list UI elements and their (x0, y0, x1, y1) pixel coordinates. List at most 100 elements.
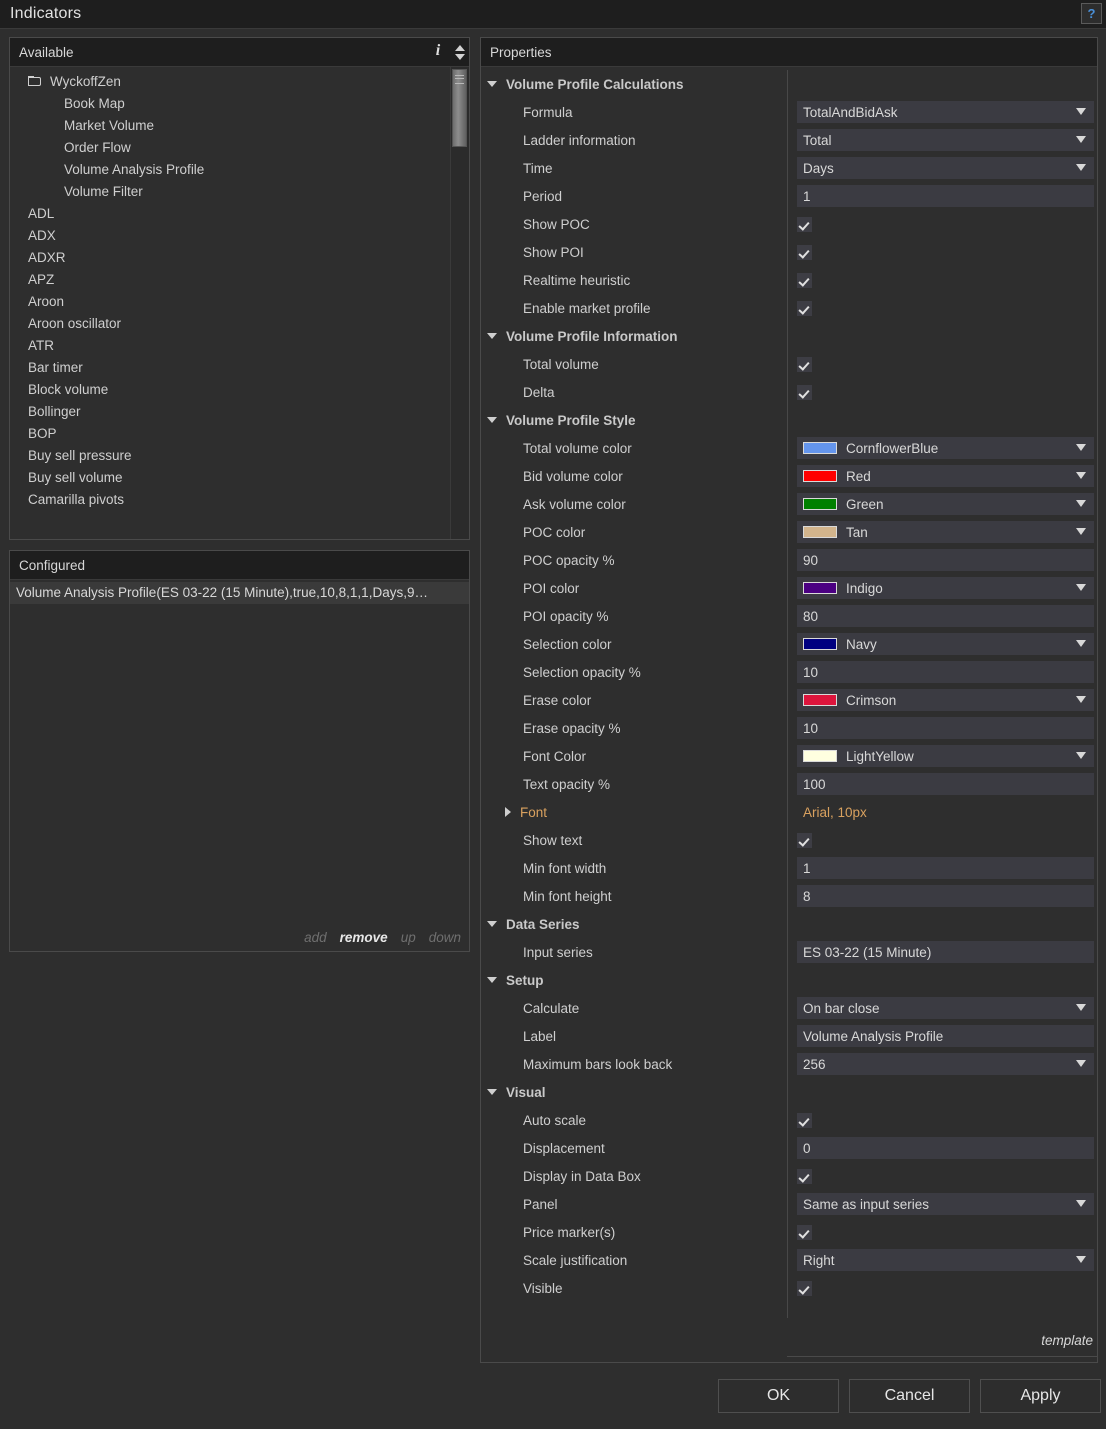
chevron-down-icon[interactable] (1076, 136, 1086, 143)
color-picker-field[interactable]: Green (797, 493, 1094, 515)
text-input-field[interactable]: 8 (797, 885, 1094, 907)
chevron-down-icon[interactable] (1076, 696, 1086, 703)
configured-list[interactable]: Volume Analysis Profile(ES 03-22 (15 Min… (10, 582, 469, 604)
property-group-header[interactable]: Volume Profile Style (481, 406, 1097, 434)
checkbox-checked-icon[interactable] (797, 1168, 812, 1184)
checkbox-checked-icon[interactable] (797, 356, 812, 372)
available-list-item[interactable]: Bollinger (10, 401, 450, 423)
available-list-item[interactable]: Block volume (10, 379, 450, 401)
dropdown-field[interactable]: On bar close (797, 997, 1094, 1019)
scrollbar-thumb[interactable] (452, 69, 467, 147)
checkbox-checked-icon[interactable] (797, 1224, 812, 1240)
text-input-field[interactable]: Volume Analysis Profile (797, 1025, 1094, 1047)
text-input-field[interactable]: 80 (797, 605, 1094, 627)
remove-action-button[interactable]: remove (340, 930, 388, 945)
color-picker-field[interactable]: LightYellow (797, 745, 1094, 767)
chevron-down-icon[interactable] (1076, 1004, 1086, 1011)
info-icon[interactable]: i (431, 42, 445, 60)
chevron-down-icon[interactable] (1076, 1200, 1086, 1207)
checkbox-checked-icon[interactable] (797, 244, 812, 260)
property-group-header[interactable]: Volume Profile Calculations (481, 70, 1097, 98)
available-list-item[interactable]: Order Flow (10, 137, 450, 159)
chevron-down-icon[interactable] (1076, 444, 1086, 451)
color-picker-field[interactable]: Crimson (797, 689, 1094, 711)
checkbox-checked-icon[interactable] (797, 300, 812, 316)
available-list-item[interactable]: ADX (10, 225, 450, 247)
checkbox-checked-icon[interactable] (797, 1112, 812, 1128)
available-list-item[interactable]: ATR (10, 335, 450, 357)
available-list-item[interactable]: BOP (10, 423, 450, 445)
property-group-header[interactable]: Data Series (481, 910, 1097, 938)
available-list-item[interactable]: ADL (10, 203, 450, 225)
color-picker-field[interactable]: CornflowerBlue (797, 437, 1094, 459)
chevron-down-icon[interactable] (1076, 108, 1086, 115)
available-list-item[interactable]: Buy sell pressure (10, 445, 450, 467)
text-input-field[interactable]: 1 (797, 185, 1094, 207)
chevron-down-icon[interactable] (1076, 1256, 1086, 1263)
chevron-down-icon[interactable] (1076, 640, 1086, 647)
color-picker-field[interactable]: Navy (797, 633, 1094, 655)
available-scroll-arrows[interactable] (451, 38, 469, 66)
scrollbar-track[interactable] (451, 67, 469, 539)
dropdown-field[interactable]: TotalAndBidAsk (797, 101, 1094, 123)
color-picker-field[interactable]: Red (797, 465, 1094, 487)
chevron-down-icon[interactable] (487, 417, 497, 423)
available-list-item[interactable]: Book Map (10, 93, 450, 115)
available-list-item[interactable]: Aroon oscillator (10, 313, 450, 335)
chevron-down-icon[interactable] (487, 333, 497, 339)
available-list-item[interactable]: APZ (10, 269, 450, 291)
color-picker-field[interactable]: Indigo (797, 577, 1094, 599)
property-group-header[interactable]: Setup (481, 966, 1097, 994)
available-scrollbar[interactable] (450, 67, 469, 539)
property-group-header[interactable]: Visual (481, 1078, 1097, 1106)
chevron-down-icon[interactable] (487, 1089, 497, 1095)
checkbox-checked-icon[interactable] (797, 272, 812, 288)
chevron-down-icon[interactable] (1076, 472, 1086, 479)
chevron-down-icon[interactable] (1076, 164, 1086, 171)
chevron-down-icon[interactable] (1076, 1060, 1086, 1067)
chevron-down-icon[interactable] (1076, 584, 1086, 591)
chevron-right-icon[interactable] (505, 807, 511, 817)
available-list-item[interactable]: Aroon (10, 291, 450, 313)
text-input-field[interactable]: 10 (797, 717, 1094, 739)
dropdown-field[interactable]: Right (797, 1249, 1094, 1271)
chevron-down-icon[interactable] (1076, 528, 1086, 535)
property-group-header[interactable]: Volume Profile Information (481, 322, 1097, 350)
color-picker-field[interactable]: Tan (797, 521, 1094, 543)
chevron-down-icon[interactable] (1076, 500, 1086, 507)
available-list-item[interactable]: Camarilla pivots (10, 489, 450, 511)
chevron-down-icon[interactable] (487, 977, 497, 983)
dropdown-field[interactable]: Days (797, 157, 1094, 179)
text-input-field[interactable]: 1 (797, 857, 1094, 879)
available-list-item[interactable]: Volume Analysis Profile (10, 159, 450, 181)
available-list-item[interactable]: WyckoffZen (10, 71, 450, 93)
chevron-down-icon[interactable] (487, 81, 497, 87)
available-list-item[interactable]: Market Volume (10, 115, 450, 137)
chevron-down-icon[interactable] (1076, 752, 1086, 759)
checkbox-checked-icon[interactable] (797, 384, 812, 400)
dropdown-field[interactable]: Same as input series (797, 1193, 1094, 1215)
configured-list-item[interactable]: Volume Analysis Profile(ES 03-22 (15 Min… (10, 582, 469, 604)
help-icon[interactable]: ? (1081, 3, 1102, 24)
checkbox-checked-icon[interactable] (797, 216, 812, 232)
checkbox-checked-icon[interactable] (797, 832, 812, 848)
scroll-down-icon[interactable] (455, 53, 465, 60)
available-list-item[interactable]: Volume Filter (10, 181, 450, 203)
template-link[interactable]: template (1041, 1333, 1093, 1348)
text-input-field[interactable]: ES 03-22 (15 Minute) (797, 941, 1094, 963)
text-input-field[interactable]: 0 (797, 1137, 1094, 1159)
available-list-item[interactable]: ADXR (10, 247, 450, 269)
text-input-field[interactable]: 90 (797, 549, 1094, 571)
scroll-up-icon[interactable] (455, 44, 465, 51)
available-list-item[interactable]: Buy sell volume (10, 467, 450, 489)
checkbox-checked-icon[interactable] (797, 1280, 812, 1296)
text-input-field[interactable]: 100 (797, 773, 1094, 795)
dropdown-field[interactable]: Total (797, 129, 1094, 151)
available-list-item[interactable]: Bar timer (10, 357, 450, 379)
cancel-button[interactable]: Cancel (849, 1379, 970, 1413)
chevron-down-icon[interactable] (487, 921, 497, 927)
text-input-field[interactable]: 10 (797, 661, 1094, 683)
ok-button[interactable]: OK (718, 1379, 839, 1413)
available-list[interactable]: WyckoffZen Book Map Market Volume Order Flo… (10, 67, 450, 539)
apply-button[interactable]: Apply (980, 1379, 1101, 1413)
